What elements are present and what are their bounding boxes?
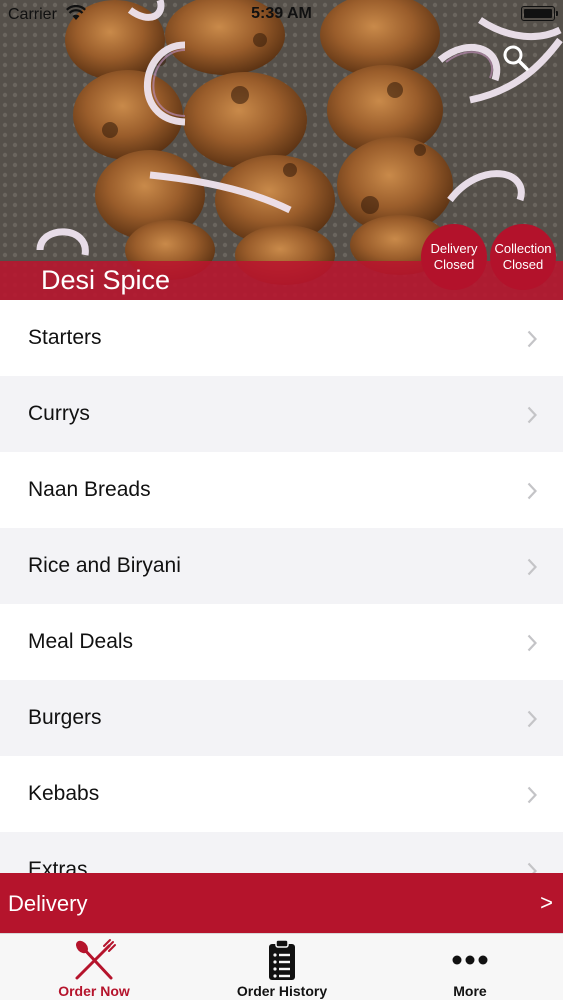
tab-order-now[interactable]: Order Now xyxy=(0,934,188,1001)
menu-category-burgers[interactable]: Burgers xyxy=(0,680,563,756)
chevron-right-icon xyxy=(527,558,537,576)
delivery-status-badge: Delivery Closed xyxy=(421,224,487,290)
menu-category-label: Kebabs xyxy=(28,782,100,805)
menu-category-rice-and-biryani[interactable]: Rice and Biryani xyxy=(0,528,563,604)
tab-label: Order Now xyxy=(58,983,130,999)
status-bar: Carrier 5:39 AM xyxy=(0,0,563,30)
collection-status-line1: Collection xyxy=(494,241,552,256)
menu-category-list: Starters Currys Naan Breads Rice and Bir… xyxy=(0,300,563,874)
restaurant-name: Desi Spice xyxy=(41,265,171,295)
tab-more[interactable]: More xyxy=(376,934,563,1001)
menu-category-starters[interactable]: Starters xyxy=(0,300,563,376)
delivery-status-line1: Delivery xyxy=(430,241,478,256)
order-type-arrow: > xyxy=(540,890,553,915)
menu-category-label: Starters xyxy=(28,326,102,349)
clock: 5:39 AM xyxy=(251,5,312,22)
order-type-selector[interactable]: Delivery > xyxy=(0,873,563,933)
delivery-status-line2: Closed xyxy=(433,257,475,272)
chevron-right-icon xyxy=(527,786,537,804)
chevron-right-icon xyxy=(527,710,537,728)
menu-category-naan-breads[interactable]: Naan Breads xyxy=(0,452,563,528)
search-icon[interactable] xyxy=(500,42,532,74)
tab-label: Order History xyxy=(236,983,328,999)
collection-status-badge: Collection Closed xyxy=(490,224,556,290)
order-type-label: Delivery xyxy=(8,891,88,916)
battery-icon xyxy=(521,6,558,21)
tab-order-history[interactable]: Order History xyxy=(188,934,376,1001)
chevron-right-icon xyxy=(527,482,537,500)
menu-category-extras[interactable]: Extras xyxy=(0,832,563,874)
tab-label: More xyxy=(453,983,487,999)
chevron-right-icon xyxy=(527,406,537,424)
ellipsis-icon xyxy=(452,955,488,965)
menu-category-kebabs[interactable]: Kebabs xyxy=(0,756,563,832)
menu-category-label: Extras xyxy=(28,858,88,874)
menu-category-label: Naan Breads xyxy=(28,478,151,501)
menu-category-meal-deals[interactable]: Meal Deals xyxy=(0,604,563,680)
menu-category-label: Burgers xyxy=(28,706,102,729)
chevron-right-icon xyxy=(527,634,537,652)
collection-status-line2: Closed xyxy=(502,257,544,272)
menu-category-label: Currys xyxy=(28,402,90,425)
hero-banner: Carrier 5:39 AM Desi Spice Delivery Clos… xyxy=(0,0,563,300)
fork-knife-icon xyxy=(75,939,116,980)
menu-category-label: Meal Deals xyxy=(28,630,134,653)
menu-category-label: Rice and Biryani xyxy=(28,554,181,577)
tab-bar: Order Now Order History More xyxy=(0,933,563,1000)
menu-category-currys[interactable]: Currys xyxy=(0,376,563,452)
clipboard-icon xyxy=(269,939,295,980)
chevron-right-icon xyxy=(527,330,537,348)
